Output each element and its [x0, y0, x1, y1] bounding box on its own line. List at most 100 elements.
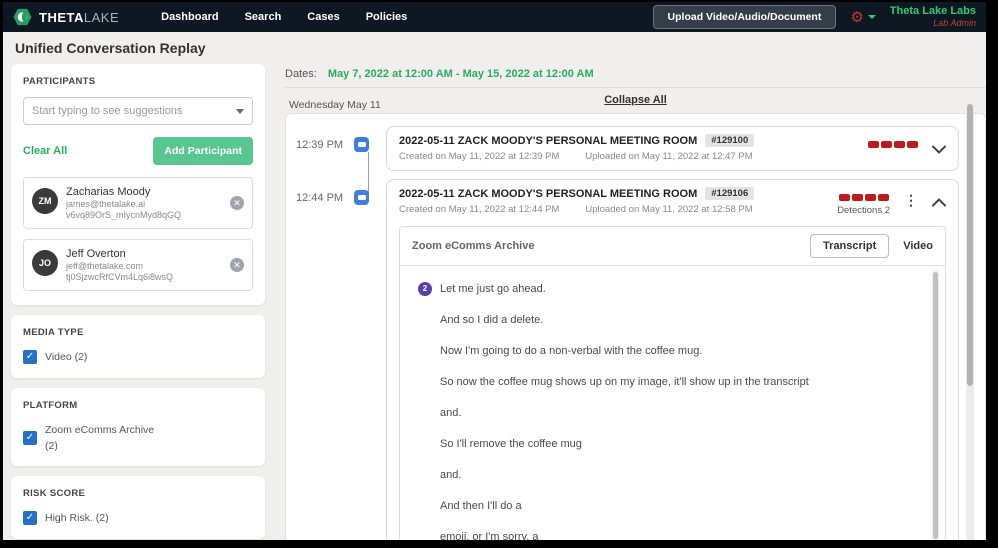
transcript-scrollbar[interactable] [932, 270, 939, 540]
meeting-created: Created on May 11, 2022 at 12:44 PM [399, 204, 560, 215]
speaker-badge: 2 [418, 282, 432, 296]
filter-option-platform: ✓ Zoom eComms Archive (2) [23, 423, 253, 455]
filter-label: High Risk. (2) [45, 512, 109, 525]
filter-label: Video (2) [45, 351, 88, 363]
upload-button[interactable]: Upload Video/Audio/Document [652, 5, 837, 29]
video-camera-icon [354, 190, 369, 205]
source-platform-label: Zoom eComms Archive [412, 240, 535, 252]
checkbox-checked-icon[interactable]: ✓ [23, 430, 37, 445]
account-name: Theta Lake Labs [889, 5, 976, 17]
meeting-time: 12:44 PM [296, 192, 344, 204]
meeting-card-expanded: 2022-05-11 ZACK MOODY'S PERSONAL MEETING… [386, 179, 959, 540]
meeting-title: 2022-05-11 ZACK MOODY'S PERSONAL MEETING… [399, 134, 698, 147]
avatar: ZM [32, 188, 58, 214]
media-type-heading: MEDIA TYPE [23, 327, 84, 338]
participant-actions: Clear All Add Participant [23, 137, 253, 165]
participant-name: Zacharias Moody [66, 186, 151, 198]
day-label: Wednesday May 11 [289, 99, 381, 111]
platform-heading: PLATFORM [23, 399, 78, 411]
content: PARTICIPANTS Clear All Add Participant Z… [3, 62, 986, 540]
filter-option-video: ✓ Video (2) [23, 350, 253, 366]
page-scrollbar-thumb[interactable] [967, 104, 973, 386]
participant-name: Jeff Overton [66, 248, 126, 260]
tab-video[interactable]: Video [903, 240, 933, 252]
brand-text: THETALAKE [39, 9, 120, 25]
page-title: Unified Conversation Replay [15, 40, 206, 56]
meeting-row: 12:44 PM 2022-05-11 ZACK MOODY'S PERSONA… [292, 179, 959, 540]
chevron-up-icon[interactable] [932, 191, 946, 212]
app-window: THETALAKE Dashboard Search Cases Policie… [3, 2, 986, 540]
chevron-down-icon[interactable] [236, 109, 244, 114]
transcript-area: 2 Let me just go ahead. And so I did a del… [400, 266, 945, 540]
avatar: JO [32, 250, 58, 276]
risk-score-heading: RISK SCORE [23, 488, 86, 500]
participant-email: jeff@thetalake.com [66, 261, 144, 271]
account-role: Lab Admin [933, 18, 976, 29]
participant-email: james@thetalake.ai [66, 199, 146, 209]
meeting-created: Created on May 11, 2022 at 12:39 PM [399, 151, 560, 162]
filter-option-high-risk: ✓ High Risk. (2) [23, 511, 253, 527]
platform-card: PLATFORM ✓ Zoom eComms Archive (2) [11, 387, 265, 467]
chevron-down-icon [867, 15, 876, 19]
remove-participant-icon[interactable]: ✕ [230, 258, 244, 272]
transcript-line: And then I'll do a [440, 500, 522, 512]
chevron-down-icon[interactable] [932, 138, 946, 159]
timeline-connector [368, 152, 369, 196]
participants-heading: PARTICIPANTS [23, 76, 96, 87]
meeting-id-badge: #129106 [705, 187, 755, 200]
nav-items: Dashboard Search Cases Policies [161, 11, 407, 23]
meeting-rows: 12:39 PM 2022-05-11 ZACK MOODY'S PERSONA… [292, 126, 959, 540]
transcript-scrollbar-thumb[interactable] [933, 272, 938, 539]
thetalake-logo-icon [13, 8, 32, 26]
transcript-line: and. [440, 469, 462, 481]
meeting-card-header[interactable]: 2022-05-11 ZACK MOODY'S PERSONAL MEETING… [387, 127, 958, 170]
participant-typeahead [23, 97, 253, 125]
nav-item-cases[interactable]: Cases [307, 11, 339, 23]
day-group-panel: 12:39 PM 2022-05-11 ZACK MOODY'S PERSONA… [285, 113, 986, 540]
nav-item-search[interactable]: Search [245, 11, 282, 23]
meeting-card-header[interactable]: 2022-05-11 ZACK MOODY'S PERSONAL MEETING… [387, 180, 958, 224]
meeting-uploaded: Uploaded on May 11, 2022 at 12:47 PM [585, 151, 753, 162]
meeting-row: 12:39 PM 2022-05-11 ZACK MOODY'S PERSONA… [292, 126, 959, 171]
risk-score-card: RISK SCORE ✓ High Risk. (2) [11, 476, 265, 539]
dates-row: Dates: May 7, 2022 at 12:00 AM - May 15,… [285, 62, 986, 87]
settings-menu[interactable]: ⚙ [850, 10, 876, 25]
nav-item-dashboard[interactable]: Dashboard [161, 11, 218, 23]
meeting-card-collapsed: 2022-05-11 ZACK MOODY'S PERSONAL MEETING… [386, 126, 959, 171]
tab-transcript[interactable]: Transcript [810, 234, 890, 258]
risk-meter [837, 191, 890, 201]
participant-item: JO Jeff Overton jeff@thetalake.com tj0Sj… [23, 239, 253, 291]
replay-panel: Zoom eComms Archive Transcript Video 2 Le… [399, 226, 946, 540]
dates-label: Dates: [285, 68, 317, 80]
checkbox-checked-icon[interactable]: ✓ [23, 511, 37, 526]
meeting-id-badge: #129100 [705, 134, 755, 147]
checkbox-checked-icon[interactable]: ✓ [23, 350, 37, 364]
detections-count: Detections 2 [837, 205, 890, 216]
participants-card: PARTICIPANTS Clear All Add Participant Z… [11, 64, 265, 305]
participant-session-id: tj0SjzwcRfCVm4Lq6i8wsQ [66, 272, 174, 282]
top-nav-bar: THETALAKE Dashboard Search Cases Policie… [3, 2, 986, 32]
replay-tabs: Transcript Video [810, 234, 933, 258]
participant-item: ZM Zacharias Moody james@thetalake.ai v6… [23, 177, 253, 229]
transcript-line: So I'll remove the coffee mug [440, 438, 582, 450]
replay-panel-header: Zoom eComms Archive Transcript Video [400, 227, 945, 266]
transcript-line: and. [440, 407, 462, 419]
transcript-line: 2 Let me just go ahead. [418, 282, 919, 296]
media-type-card: MEDIA TYPE ✓ Video (2) [11, 315, 265, 378]
dates-range-link[interactable]: May 7, 2022 at 12:00 AM - May 15, 2022 a… [328, 68, 594, 80]
timeline-marker [350, 179, 386, 540]
filter-label: Zoom eComms Archive (2) [45, 423, 155, 452]
clear-all-link[interactable]: Clear All [23, 145, 67, 157]
remove-participant-icon[interactable]: ✕ [230, 196, 244, 210]
kebab-menu-icon[interactable]: ⋮ [904, 191, 918, 207]
add-participant-button[interactable]: Add Participant [153, 137, 253, 165]
transcript-lines: 2 Let me just go ahead. And so I did a del… [418, 282, 919, 540]
collapse-all-link[interactable]: Collapse All [604, 94, 667, 106]
participant-search-input[interactable] [23, 97, 253, 125]
meeting-time: 12:39 PM [296, 139, 344, 151]
thetalake-logo[interactable]: THETALAKE [13, 8, 119, 26]
page-scrollbar[interactable] [966, 102, 974, 540]
title-bar: Unified Conversation Replay [3, 32, 986, 62]
account-menu[interactable]: Theta Lake Labs Lab Admin [890, 5, 976, 29]
nav-item-policies[interactable]: Policies [366, 11, 408, 23]
